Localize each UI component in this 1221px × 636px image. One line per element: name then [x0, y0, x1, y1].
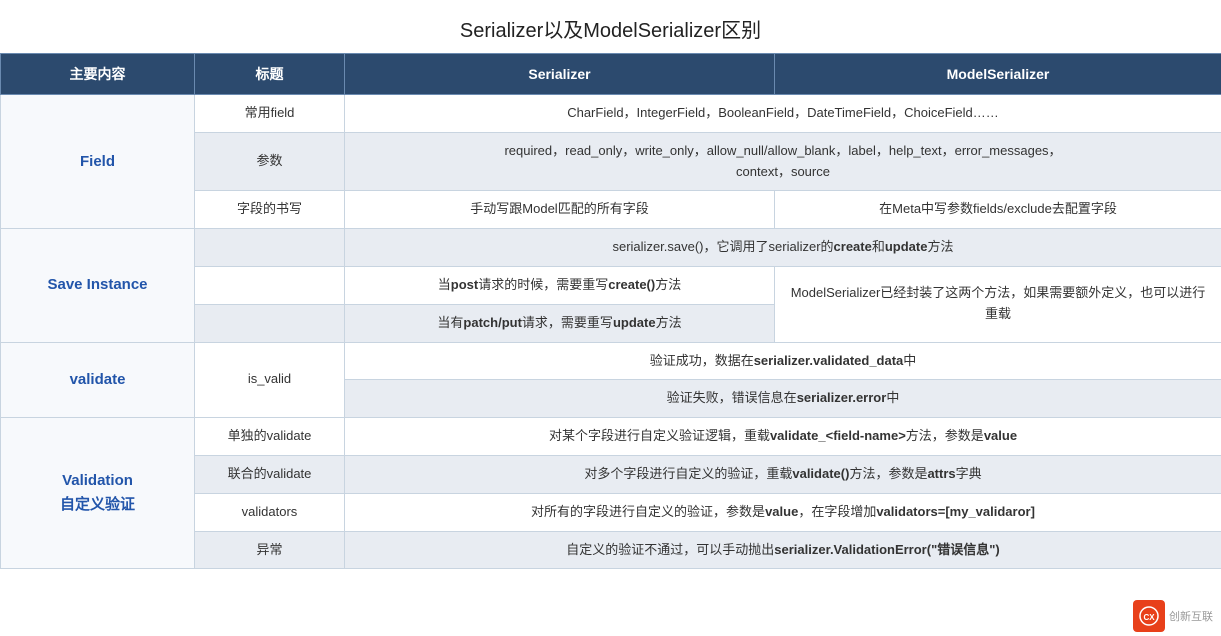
cell-content-params: required，read_only，write_only，allow_null…: [345, 132, 1221, 191]
cell-content-single-validate: 对某个字段进行自定义验证逻辑，重载validate_<field-name>方法…: [345, 418, 1221, 456]
cell-content-charfield: CharField，IntegerField，BooleanField，Date…: [345, 95, 1221, 133]
cell-content-validators: 对所有的字段进行自定义的验证，参数是value，在字段增加validators=…: [345, 493, 1221, 531]
cell-main-validation: Validation自定义验证: [1, 418, 195, 569]
cell-main-validate: validate: [1, 342, 195, 418]
table-header-row: 主要内容 标题 Serializer ModelSerializer: [1, 54, 1221, 95]
cell-sub-params: 参数: [195, 132, 345, 191]
cell-main-field: Field: [1, 95, 195, 229]
cell-content-save1: serializer.save()，它调用了serializer的create和…: [345, 229, 1221, 267]
cell-ser-save3: 当有patch/put请求，需要重写update方法: [345, 304, 775, 342]
cell-sub-isvalid: is_valid: [195, 342, 345, 418]
cell-main-save: Save Instance: [1, 229, 195, 342]
cell-sub-combined-validate: 联合的validate: [195, 455, 345, 493]
cell-mod-save2: ModelSerializer已经封装了这两个方法，如果需要额外定义，也可以进行…: [775, 266, 1221, 342]
table-row: validate is_valid 验证成功，数据在serializer.val…: [1, 342, 1221, 380]
cell-sub-exception: 异常: [195, 531, 345, 569]
logo-text: 创新互联: [1169, 608, 1213, 624]
cell-content-exception: 自定义的验证不通过，可以手动抛出serializer.ValidationErr…: [345, 531, 1221, 569]
cell-ser-save2: 当post请求的时候，需要重写create()方法: [345, 266, 775, 304]
cell-sub-save3: [195, 304, 345, 342]
bottom-logo: CX 创新互联: [1133, 600, 1213, 632]
header-modelserializer: ModelSerializer: [775, 54, 1221, 95]
cell-content-combined-validate: 对多个字段进行自定义的验证，重载validate()方法，参数是attrs字典: [345, 455, 1221, 493]
cell-ser-fieldwrite: 手动写跟Model匹配的所有字段: [345, 191, 775, 229]
cell-sub-save2: [195, 266, 345, 304]
table-row: Save Instance serializer.save()，它调用了seri…: [1, 229, 1221, 267]
cell-content-validate-fail: 验证失败，错误信息在serializer.error中: [345, 380, 1221, 418]
cell-content-validate-success: 验证成功，数据在serializer.validated_data中: [345, 342, 1221, 380]
table-row: Field 常用field CharField，IntegerField，Boo…: [1, 95, 1221, 133]
cell-mod-fieldwrite: 在Meta中写参数fields/exclude去配置字段: [775, 191, 1221, 229]
header-serializer: Serializer: [345, 54, 775, 95]
comparison-table: 主要内容 标题 Serializer ModelSerializer Field…: [0, 53, 1221, 569]
page-wrapper: Serializer以及ModelSerializer区别 主要内容 标题 Se…: [0, 0, 1221, 636]
page-title: Serializer以及ModelSerializer区别: [0, 0, 1221, 53]
header-sub: 标题: [195, 54, 345, 95]
cell-sub-fieldwrite: 字段的书写: [195, 191, 345, 229]
table-row: Validation自定义验证 单独的validate 对某个字段进行自定义验证…: [1, 418, 1221, 456]
header-main: 主要内容: [1, 54, 195, 95]
cell-sub-validators: validators: [195, 493, 345, 531]
svg-text:CX: CX: [1143, 613, 1155, 622]
logo-svg: CX: [1138, 605, 1160, 627]
cell-sub-save1: [195, 229, 345, 267]
cell-sub-single-validate: 单独的validate: [195, 418, 345, 456]
cell-sub-changefield: 常用field: [195, 95, 345, 133]
logo-icon: CX: [1133, 600, 1165, 632]
